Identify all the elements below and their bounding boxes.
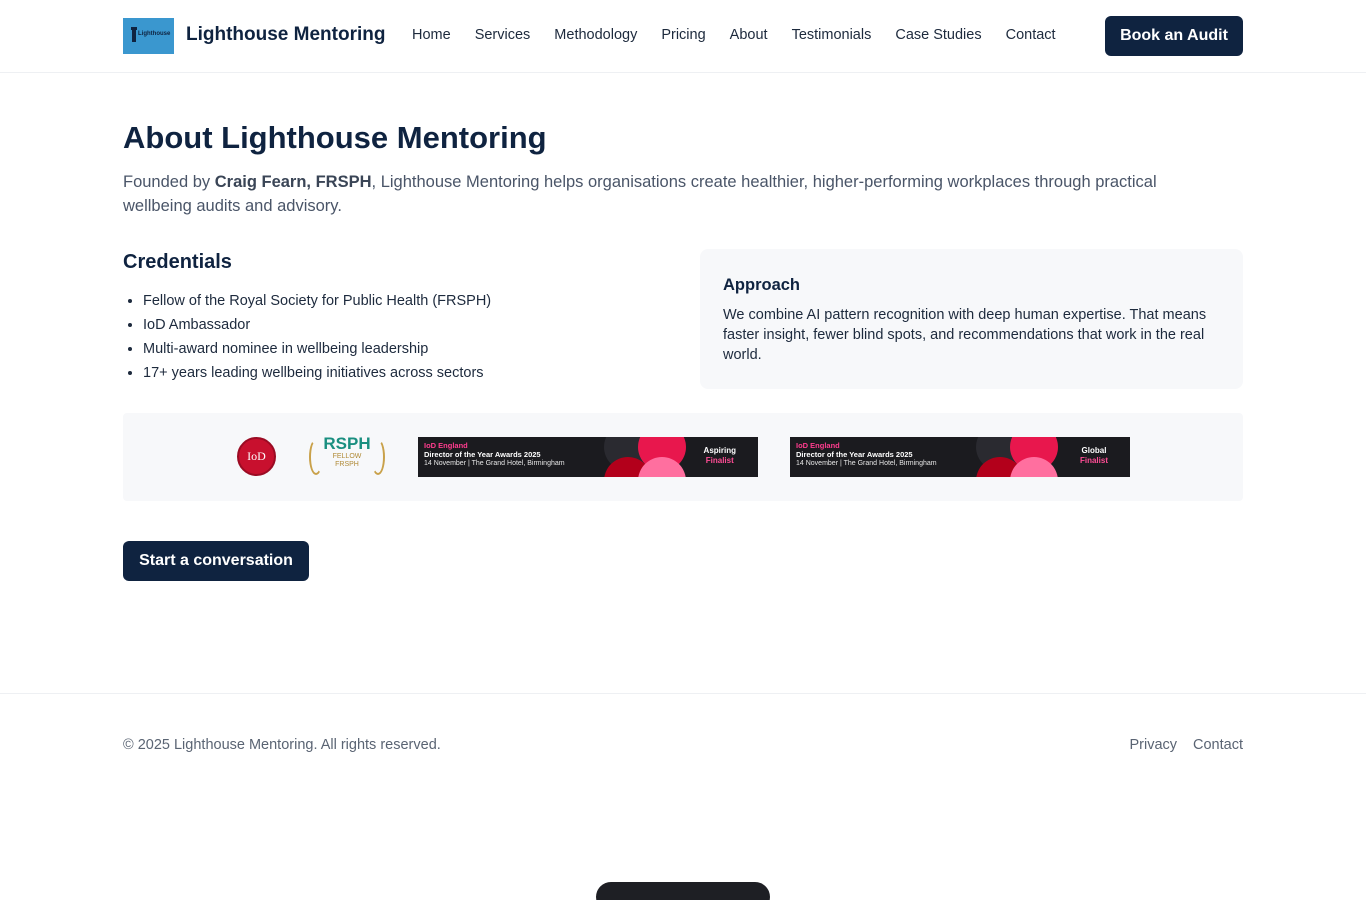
award-banner-global: IoD England Director of the Year Awards … — [790, 437, 1130, 477]
banner-tag: Global Finalist — [1080, 446, 1108, 466]
nav-about[interactable]: About — [730, 27, 768, 43]
credentials-heading: Credentials — [123, 251, 232, 273]
intro-text: Founded by Craig Fearn, FRSPH, Lighthous… — [123, 170, 1223, 218]
main-nav: Home Services Methodology Pricing About … — [412, 27, 1080, 43]
banner-tag: Aspiring Finalist — [704, 446, 736, 466]
nav-case-studies[interactable]: Case Studies — [895, 27, 981, 43]
banner-tag-line2: Finalist — [705, 456, 734, 465]
laurel-icon — [309, 439, 323, 475]
logo[interactable]: Lighthouse — [123, 18, 174, 54]
approach-card: Approach We combine AI pattern recogniti… — [700, 249, 1243, 389]
banner-tag-line2: Finalist — [1079, 456, 1108, 465]
site-header: Lighthouse Lighthouse Mentoring Home Ser… — [0, 0, 1366, 73]
nav-pricing[interactable]: Pricing — [661, 27, 705, 43]
approach-heading: Approach — [723, 276, 801, 294]
nav-methodology[interactable]: Methodology — [554, 27, 637, 43]
award-banner-aspiring: IoD England Director of the Year Awards … — [418, 437, 758, 477]
banner-date: 14 November | The Grand Hotel, Birmingha… — [424, 460, 565, 467]
banner-org: IoD England — [796, 441, 840, 450]
footer-link-privacy[interactable]: Privacy — [1129, 737, 1177, 753]
copyright-text: © 2025 Lighthouse Mentoring. All rights … — [123, 737, 441, 753]
banner-date: 14 November | The Grand Hotel, Birmingha… — [796, 460, 937, 467]
nav-contact[interactable]: Contact — [1006, 27, 1056, 43]
iod-badge-text: IoD — [247, 449, 266, 463]
iod-ambassador-badge: IoD — [237, 437, 276, 476]
page-title: About Lighthouse Mentoring — [123, 120, 547, 155]
banner-org: IoD England — [424, 441, 468, 450]
footer-links: Privacy Contact — [1129, 737, 1243, 753]
nav-services[interactable]: Services — [475, 27, 531, 43]
banner-event: Director of the Year Awards 2025 — [424, 450, 541, 459]
floating-toolbar[interactable] — [596, 882, 770, 900]
footer-link-contact[interactable]: Contact — [1193, 737, 1243, 753]
credential-item: 17+ years leading wellbeing initiatives … — [143, 361, 491, 385]
badges-strip: IoD RSPH FELLOW FRSPH IoD England Direct… — [123, 413, 1243, 501]
banner-tag-line1: Aspiring — [703, 446, 736, 455]
intro-prefix: Founded by — [123, 173, 215, 191]
brand-name[interactable]: Lighthouse Mentoring — [186, 24, 385, 46]
credential-item: Fellow of the Royal Society for Public H… — [143, 289, 491, 313]
site-footer: © 2025 Lighthouse Mentoring. All rights … — [0, 693, 1366, 793]
rsph-fellow-badge: RSPH FELLOW FRSPH — [307, 435, 387, 479]
logo-text: Lighthouse — [138, 31, 171, 37]
founder-name: Craig Fearn, FRSPH — [214, 173, 372, 191]
nav-testimonials[interactable]: Testimonials — [792, 27, 872, 43]
credential-item: IoD Ambassador — [143, 313, 491, 337]
credential-item: Multi-award nominee in wellbeing leaders… — [143, 337, 491, 361]
book-audit-button[interactable]: Book an Audit — [1105, 16, 1243, 56]
nav-home[interactable]: Home — [412, 27, 451, 43]
approach-text: We combine AI pattern recognition with d… — [723, 307, 1207, 363]
start-conversation-button[interactable]: Start a conversation — [123, 541, 309, 581]
laurel-icon — [371, 439, 385, 475]
banner-tag-line1: Global — [1081, 446, 1107, 455]
banner-event: Director of the Year Awards 2025 — [796, 450, 913, 459]
credentials-list: Fellow of the Royal Society for Public H… — [143, 289, 491, 385]
lighthouse-icon — [131, 27, 137, 42]
